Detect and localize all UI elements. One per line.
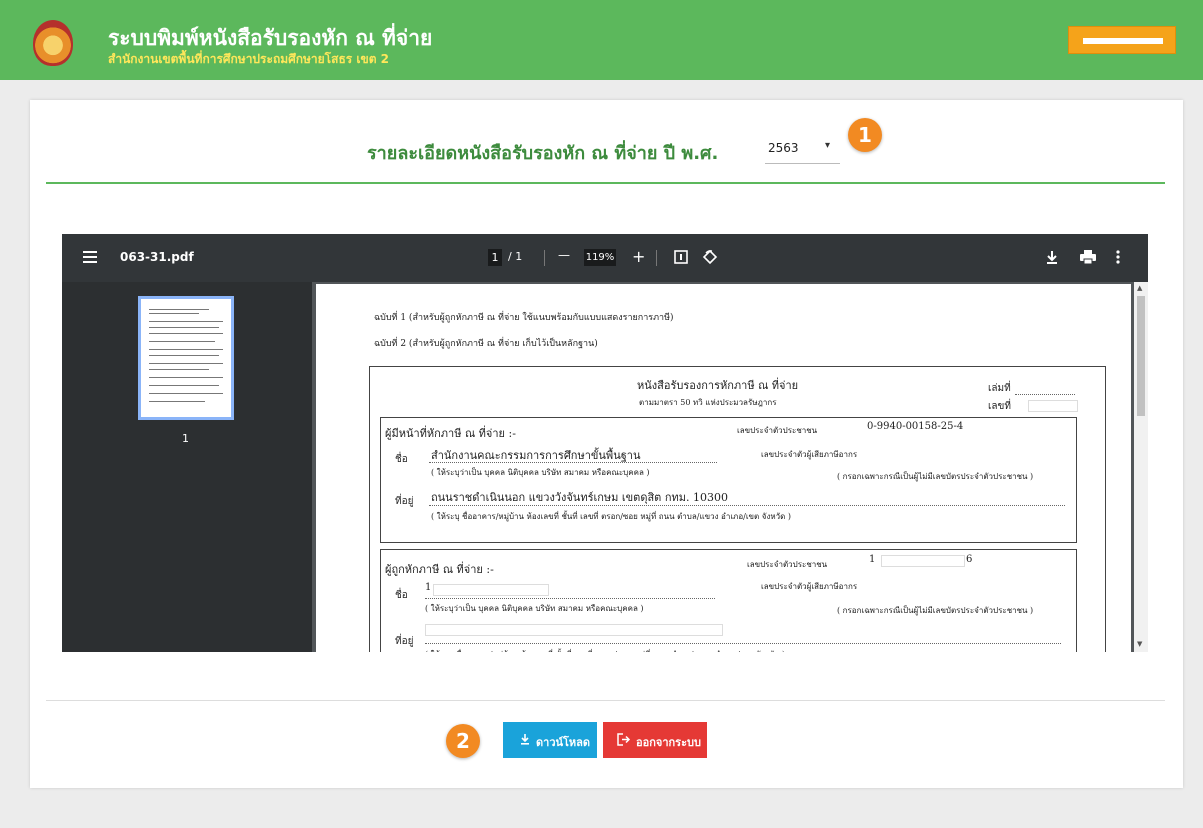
payer-tax-hint: ( กรอกเฉพาะกรณีเป็นผู้ไม่มีเลขบัตรประจำต… xyxy=(837,472,1034,481)
copy-note-2: ฉบับที่ 2 (สำหรับผู้ถูกหักภาษี ณ ที่จ่าย… xyxy=(374,339,598,349)
redacted-payee-name xyxy=(433,584,549,596)
payer-name-hint: ( ให้ระบุว่าเป็น บุคคล นิติบุคคล บริษัท … xyxy=(431,468,650,477)
print-icon[interactable] xyxy=(1080,250,1096,264)
payer-address-label: ที่อยู่ xyxy=(395,496,414,507)
page-total: / 1 xyxy=(508,250,523,263)
pdf-viewer[interactable]: 063-31.pdf 1 / 1 — 119% + 1 ฉบับที่ 1 (ส… xyxy=(62,234,1148,652)
payer-address-hint: ( ให้ระบุ ชื่ออาคาร/หมู่บ้าน ห้องเลขที่ … xyxy=(431,512,791,521)
user-menu-button[interactable] xyxy=(1068,26,1176,54)
payer-id: 0-9940-00158-25-4 xyxy=(867,421,964,432)
payer-tax-id-label: เลขประจำตัวผู้เสียภาษีอากร xyxy=(761,450,858,459)
download-icon[interactable] xyxy=(1045,250,1059,264)
book-no-line xyxy=(1015,393,1075,395)
footer-divider xyxy=(46,700,1165,701)
book-no-label: เล่มที่ xyxy=(988,383,1011,394)
payee-id-label: เลขประจำตัวประชาชน xyxy=(747,560,828,569)
page-thumbnail[interactable] xyxy=(138,296,234,420)
payee-header: ผู้ถูกหักภาษี ณ ที่จ่าย :- xyxy=(385,563,494,576)
toolbar-divider xyxy=(544,250,545,266)
payee-name-start: 1 xyxy=(425,582,432,593)
certificate-title: หนังสือรับรองการหักภาษี ณ ที่จ่าย xyxy=(637,379,799,392)
year-value: 2563 xyxy=(768,141,799,155)
thumbnail-sidebar: 1 xyxy=(62,282,312,652)
payer-section: ผู้มีหน้าที่หักภาษี ณ ที่จ่าย :- เลขประจ… xyxy=(380,417,1077,543)
payer-header: ผู้มีหน้าที่หักภาษี ณ ที่จ่าย :- xyxy=(385,427,516,440)
payee-address-label: ที่อยู่ xyxy=(395,636,414,647)
fit-page-icon[interactable] xyxy=(674,250,688,264)
payee-address-hint: ( ให้ระบุ ชื่ออาคาร/หมู่บ้าน ห้องเลขที่ … xyxy=(425,648,785,652)
payee-id-start: 1 xyxy=(869,554,876,565)
zoom-in-button[interactable]: + xyxy=(632,247,645,266)
redacted-payee-address xyxy=(425,624,723,636)
page-number-input[interactable]: 1 xyxy=(488,249,502,266)
pdf-scrollbar[interactable]: ▲ ▼ xyxy=(1134,282,1148,652)
page-heading: รายละเอียดหนังสือรับรองหัก ณ ที่จ่าย ปี … xyxy=(367,143,719,164)
top-bar: ระบบพิมพ์หนังสือรับรองหัก ณ ที่จ่าย สำนั… xyxy=(0,0,1203,80)
redacted-number xyxy=(1028,400,1078,412)
payer-name-line xyxy=(429,461,717,463)
logout-button-label: ออกจากระบบ xyxy=(636,736,701,749)
step-marker-1: 1 xyxy=(848,118,882,152)
download-button[interactable]: ดาวน์โหลด xyxy=(503,722,597,758)
obec-logo xyxy=(33,20,73,66)
payee-address-line xyxy=(425,642,1061,644)
pdf-page: ฉบับที่ 1 (สำหรับผู้ถูกหักภาษี ณ ที่จ่าย… xyxy=(316,284,1131,652)
copy-note-1: ฉบับที่ 1 (สำหรับผู้ถูกหักภาษี ณ ที่จ่าย… xyxy=(374,313,674,323)
payee-id-end: 6 xyxy=(966,554,973,565)
payee-tax-hint: ( กรอกเฉพาะกรณีเป็นผู้ไม่มีเลขบัตรประจำต… xyxy=(837,606,1034,615)
payee-name-hint: ( ให้ระบุว่าเป็น บุคคล นิติบุคคล บริษัท … xyxy=(425,604,644,613)
scroll-down-icon[interactable]: ▼ xyxy=(1137,640,1142,648)
pdf-toolbar: 063-31.pdf 1 / 1 — 119% + xyxy=(62,234,1148,282)
payer-name-label: ชื่อ xyxy=(395,454,408,465)
payee-section: ผู้ถูกหักภาษี ณ ที่จ่าย :- เลขประจำตัวปร… xyxy=(380,549,1077,652)
redacted-name-bar xyxy=(1083,38,1163,44)
zoom-input[interactable]: 119% xyxy=(584,249,616,266)
logout-icon xyxy=(617,733,631,746)
pdf-file-name: 063-31.pdf xyxy=(120,250,194,264)
heading-divider xyxy=(46,182,1165,184)
payer-address-line xyxy=(429,504,1065,506)
more-icon[interactable] xyxy=(1116,250,1120,264)
certificate-frame: หนังสือรับรองการหักภาษี ณ ที่จ่าย ตามมาต… xyxy=(369,366,1106,652)
payee-tax-id-label: เลขประจำตัวผู้เสียภาษีอากร xyxy=(761,582,858,591)
thumbnail-page-number: 1 xyxy=(182,432,189,445)
payer-id-label: เลขประจำตัวประชาชน xyxy=(737,426,818,435)
scroll-thumb[interactable] xyxy=(1137,296,1145,416)
zoom-out-button[interactable]: — xyxy=(558,248,570,262)
redacted-payee-id xyxy=(881,555,965,567)
payee-name-label: ชื่อ xyxy=(395,590,408,601)
number-label: เลขที่ xyxy=(988,401,1011,412)
main-card: รายละเอียดหนังสือรับรองหัก ณ ที่จ่าย ปี … xyxy=(30,100,1183,788)
menu-icon[interactable] xyxy=(83,251,97,263)
download-button-label: ดาวน์โหลด xyxy=(536,736,591,749)
download-icon xyxy=(521,734,529,745)
heading-row: รายละเอียดหนังสือรับรองหัก ณ ที่จ่าย ปี … xyxy=(30,118,1183,165)
step-marker-2: 2 xyxy=(446,724,480,758)
chevron-down-icon: ▾ xyxy=(825,140,831,151)
app-subtitle: สำนักงานเขตพื้นที่การศึกษาประถมศึกษายโสธ… xyxy=(108,52,390,66)
logout-button[interactable]: ออกจากระบบ xyxy=(603,722,707,758)
toolbar-divider xyxy=(656,250,657,266)
payee-name-line xyxy=(425,597,715,599)
year-select[interactable]: 2563 ▾ xyxy=(765,139,840,164)
certificate-law: ตามมาตรา 50 ทวิ แห่งประมวลรัษฎากร xyxy=(639,398,777,407)
rotate-icon[interactable] xyxy=(702,249,718,265)
scroll-up-icon[interactable]: ▲ xyxy=(1137,284,1142,292)
